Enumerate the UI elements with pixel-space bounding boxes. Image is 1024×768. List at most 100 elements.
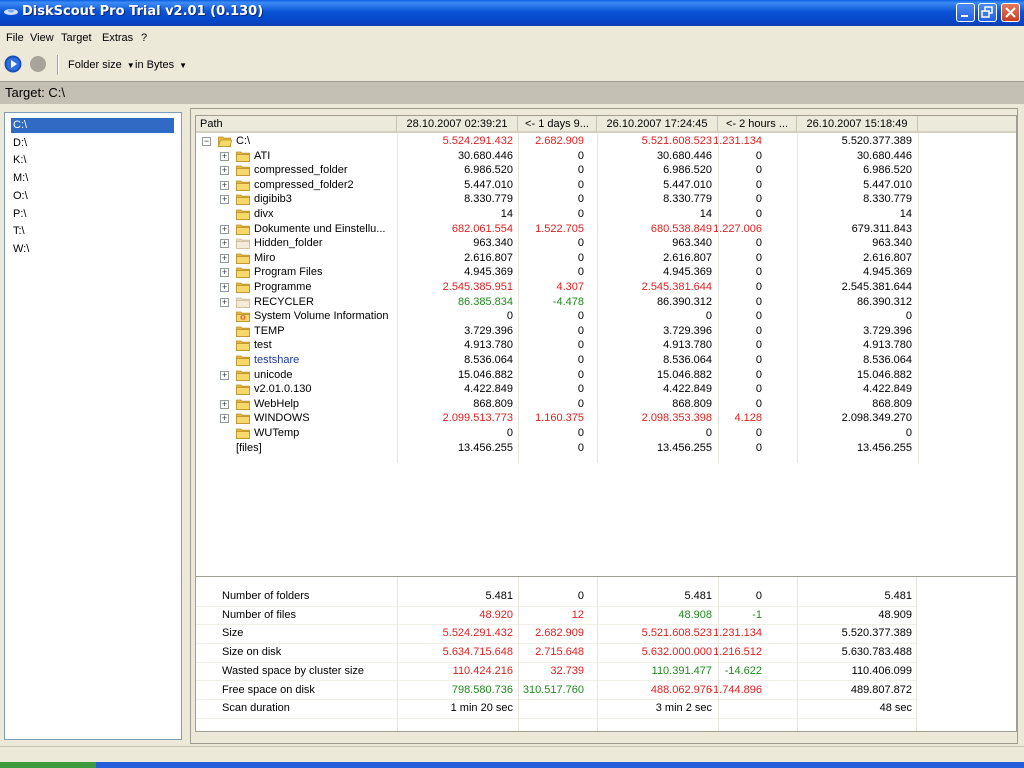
expand-icon[interactable]: + bbox=[220, 268, 229, 278]
menu-help[interactable]: ? bbox=[141, 32, 147, 44]
summary-value: 5.632.000.000 bbox=[641, 646, 712, 659]
drive-item[interactable]: D:\ bbox=[11, 136, 29, 151]
drive-item[interactable]: C:\ bbox=[11, 118, 174, 133]
collapse-icon[interactable]: − bbox=[202, 137, 211, 146]
value-cell: 5.524.291.432 bbox=[442, 135, 513, 147]
expand-icon[interactable]: + bbox=[220, 283, 229, 292]
folder-hidden-icon bbox=[236, 297, 250, 308]
expand-icon[interactable]: + bbox=[220, 151, 229, 161]
start-scan-icon[interactable] bbox=[4, 55, 22, 73]
target-bar: Target: C:\ bbox=[0, 81, 1024, 104]
start-button[interactable] bbox=[0, 762, 96, 768]
title-bar[interactable]: DiskScout Pro Trial v2.01 (0.130) bbox=[0, 0, 1024, 26]
expand-icon[interactable]: + bbox=[220, 297, 229, 307]
tree-row[interactable]: + ATI 30.680.446 0 30.680.446 0 30.680.446 bbox=[196, 149, 918, 164]
stop-scan-icon[interactable] bbox=[30, 56, 46, 72]
tree-row[interactable]: divx 14 0 14 0 14 bbox=[196, 207, 918, 222]
value-cell: 1.231.134 bbox=[713, 135, 762, 147]
close-button[interactable] bbox=[1001, 3, 1020, 22]
tree-row[interactable]: + digibib3 8.330.779 0 8.330.779 0 8.330.779 bbox=[196, 192, 918, 207]
summary-label: Number of folders bbox=[222, 590, 310, 602]
column-header[interactable]: <- 1 days 9... bbox=[518, 116, 597, 133]
menu-file[interactable]: File bbox=[6, 32, 24, 44]
expand-icon[interactable]: + bbox=[220, 224, 229, 234]
tree-row[interactable]: WUTemp 0 0 0 0 0 bbox=[196, 426, 918, 441]
tree-row[interactable]: + Program Files 4.945.369 0 4.945.369 0 4.945.… bbox=[196, 265, 918, 280]
drive-list[interactable]: C:\ D:\ K:\ M:\ O:\ P:\ T:\ W:\ bbox=[4, 112, 182, 740]
summary-label: Number of files bbox=[222, 608, 296, 621]
expand-icon[interactable]: + bbox=[220, 180, 229, 190]
expand-icon[interactable]: + bbox=[220, 399, 229, 409]
column-header-row: Path 28.10.2007 02:39:21 <- 1 days 9... 26.… bbox=[196, 116, 1016, 133]
menu-target[interactable]: Target bbox=[61, 32, 92, 44]
summary-row: Number of files 48.920 12 48.908 -1 48.909 bbox=[196, 606, 916, 626]
restore-button[interactable] bbox=[978, 3, 997, 22]
minimize-button[interactable] bbox=[956, 3, 975, 22]
drive-item[interactable]: M:\ bbox=[11, 171, 30, 186]
menu-view[interactable]: View bbox=[30, 32, 54, 44]
menu-extras[interactable]: Extras bbox=[102, 32, 133, 44]
value-cell: 86.390.312 bbox=[656, 295, 712, 308]
expand-icon[interactable]: + bbox=[220, 166, 229, 176]
expand-icon[interactable]: + bbox=[220, 195, 229, 205]
summary-value: 48.908 bbox=[678, 608, 712, 621]
value-cell: 8.330.779 bbox=[663, 193, 712, 206]
drive-item[interactable]: T:\ bbox=[11, 224, 27, 239]
value-cell: 15.046.882 bbox=[656, 368, 712, 381]
tree-row[interactable]: testshare 8.536.064 0 8.536.064 0 8.536.064 bbox=[196, 353, 918, 368]
folder-icon bbox=[236, 194, 250, 206]
tree-row[interactable]: − C:\ 5.524.291.432 2.682.909 5.521.608.523 1… bbox=[196, 134, 918, 149]
tree-row[interactable]: + unicode 15.046.882 0 15.046.882 0 15.046.882 bbox=[196, 368, 918, 383]
tree-row[interactable]: v2.01.0.130 4.422.849 0 4.422.849 0 4.422.849 bbox=[196, 382, 918, 397]
expand-icon[interactable]: + bbox=[220, 414, 229, 424]
tree-row[interactable]: + Miro 2.616.807 0 2.616.807 0 2.616.807 bbox=[196, 251, 918, 266]
value-cell: 0 bbox=[755, 354, 762, 366]
tree-row[interactable]: System Volume Information 0 0 0 0 0 bbox=[196, 309, 918, 324]
value-cell: 13.456.255 bbox=[656, 441, 712, 454]
drive-item[interactable]: W:\ bbox=[11, 242, 31, 257]
value-cell: 0 bbox=[577, 251, 584, 264]
tree-row[interactable]: + RECYCLER 86.385.834 -4.478 86.390.312 0 86.3… bbox=[196, 295, 918, 310]
folder-tree-table[interactable]: Path 28.10.2007 02:39:21 <- 1 days 9... 26.… bbox=[195, 115, 1017, 579]
summary-value: 5.521.608.523 bbox=[641, 627, 712, 640]
value-cell: 3.729.396 bbox=[863, 324, 912, 337]
column-header[interactable]: <- 2 hours ... bbox=[718, 116, 797, 133]
drive-item[interactable]: K:\ bbox=[11, 153, 28, 168]
unit-dropdown-label: in Bytes bbox=[135, 59, 175, 71]
value-cell: -4.478 bbox=[552, 295, 584, 308]
tree-row[interactable]: test 4.913.780 0 4.913.780 0 4.913.780 bbox=[196, 338, 918, 353]
column-header[interactable]: 28.10.2007 02:39:21 bbox=[397, 116, 518, 133]
tree-row[interactable]: + WINDOWS 2.099.513.773 1.160.375 2.098.353.… bbox=[196, 411, 918, 426]
tree-row[interactable]: + compressed_folder2 5.447.010 0 5.447.010 0 5… bbox=[196, 178, 918, 193]
folder-icon bbox=[236, 209, 250, 220]
expand-icon[interactable]: + bbox=[220, 370, 229, 380]
summary-value: 110.406.099 bbox=[851, 664, 912, 677]
folder-name: compressed_folder2 bbox=[254, 178, 354, 191]
tree-row[interactable]: + Programme 2.545.385.951 4.307 2.545.381.64… bbox=[196, 280, 918, 295]
column-divider bbox=[518, 577, 519, 731]
tree-row[interactable]: + Dokumente und Einstellu... 682.061.554 1.… bbox=[196, 222, 918, 237]
drive-item[interactable]: P:\ bbox=[11, 207, 28, 222]
expand-icon[interactable]: + bbox=[220, 253, 229, 263]
tree-row[interactable]: TEMP 3.729.396 0 3.729.396 0 3.729.396 bbox=[196, 324, 918, 339]
unit-dropdown[interactable]: in Bytes ▼ bbox=[135, 59, 187, 71]
value-cell: 86.390.312 bbox=[856, 295, 912, 308]
column-header[interactable]: 26.10.2007 17:24:45 bbox=[597, 116, 718, 133]
folder-icon bbox=[236, 180, 250, 191]
column-header[interactable]: Path bbox=[196, 116, 397, 133]
expand-icon[interactable]: + bbox=[220, 239, 229, 249]
column-header[interactable]: 26.10.2007 15:18:49 bbox=[797, 116, 918, 133]
tree-row[interactable]: + Hidden_folder 963.340 0 963.340 0 963.340 bbox=[196, 236, 918, 251]
value-cell: 3.729.396 bbox=[464, 324, 513, 337]
restore-icon bbox=[981, 6, 993, 18]
value-cell: 86.385.834 bbox=[457, 295, 513, 308]
value-cell: 4.913.780 bbox=[464, 339, 513, 352]
folder-name: test bbox=[254, 339, 272, 352]
value-cell: 0 bbox=[755, 178, 762, 191]
mode-dropdown[interactable]: Folder size ▼ bbox=[68, 59, 135, 71]
tree-row[interactable]: + WebHelp 868.809 0 868.809 0 868.809 bbox=[196, 397, 918, 412]
drive-item[interactable]: O:\ bbox=[11, 189, 30, 204]
tree-row[interactable]: + compressed_folder 6.986.520 0 6.986.520 0 6.… bbox=[196, 163, 918, 178]
summary-label: Size on disk bbox=[222, 646, 282, 659]
tree-row[interactable]: [files] 13.456.255 0 13.456.255 0 13.456.255 bbox=[196, 441, 918, 456]
